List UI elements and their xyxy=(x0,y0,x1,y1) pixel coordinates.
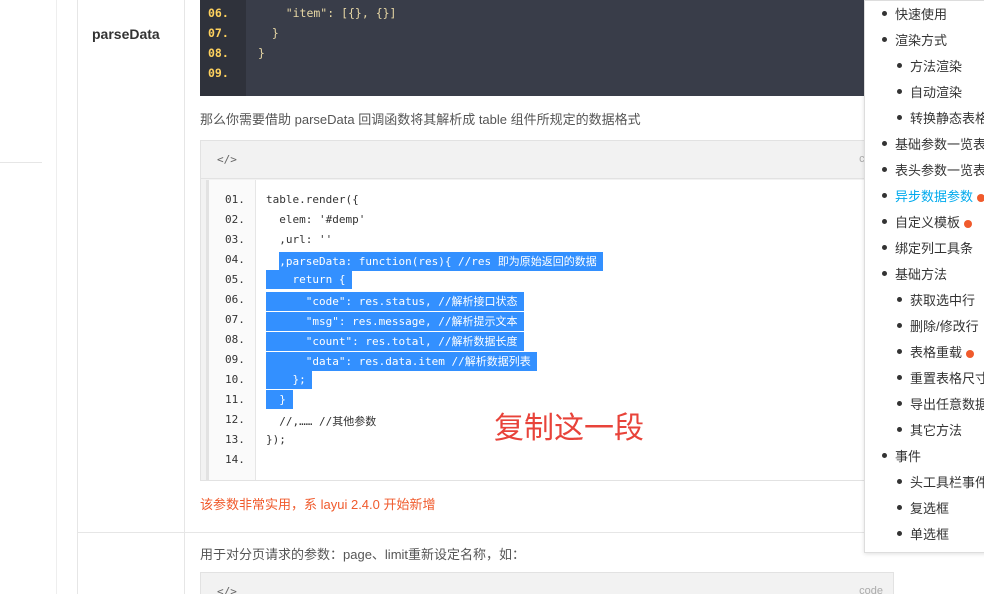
toc-item[interactable]: 转换静态表格 xyxy=(896,108,984,127)
code-tag-icon: </> xyxy=(217,153,237,166)
code-line: "data": res.data.item //解析数据列表 xyxy=(266,352,538,371)
code-line: "code": res.status, //解析接口状态 xyxy=(266,292,525,311)
code-block-header: </> code xyxy=(201,141,893,179)
next-code-block[interactable]: </> code xyxy=(200,572,894,594)
new-badge-icon xyxy=(964,219,973,228)
code-line: table.render({ xyxy=(266,193,359,206)
code-line: ,parseData: function(res){ //res 即为原始返回的… xyxy=(266,252,604,271)
toc-item-label: 删除/修改行 xyxy=(910,319,979,334)
toc-item[interactable]: 表格重载 xyxy=(896,342,975,361)
line-number: 02. xyxy=(225,213,245,226)
toc-item[interactable]: 快速使用 xyxy=(881,4,948,23)
toc-item-label: 事件 xyxy=(895,449,922,464)
toc-item-label: 渲染方式 xyxy=(895,33,948,48)
toc-item[interactable]: 表头参数一览表 xyxy=(881,160,984,179)
row-divider xyxy=(77,532,897,533)
toc-item-label: 表头参数一览表 xyxy=(895,163,984,178)
line-number: 01. xyxy=(225,193,245,206)
toc-item-label: 导出任意数据 xyxy=(910,397,984,412)
toc-item-label: 复选框 xyxy=(910,501,950,516)
toc-item-label: 方法渲染 xyxy=(910,59,963,74)
toc-item-label: 自定义模板 xyxy=(895,215,961,230)
code-line: } xyxy=(258,46,265,60)
line-number: 07. xyxy=(208,26,229,40)
code-line: }); xyxy=(266,433,286,446)
toc-item[interactable]: 删除/修改行 xyxy=(897,316,979,335)
toc-item-label: 自动渲染 xyxy=(910,85,963,100)
code-line: elem: '#demp' xyxy=(266,213,366,226)
new-badge-icon xyxy=(977,193,984,202)
line-number: 08. xyxy=(208,46,229,60)
toc-item-label: 基础参数一览表 xyxy=(895,137,984,152)
toc-item-label: 其它方法 xyxy=(910,423,963,438)
toc-item-label: 头工具栏事件 xyxy=(910,475,984,490)
toc-item[interactable]: 自定义模板 xyxy=(881,212,973,231)
toc-item[interactable]: 头工具栏事件 xyxy=(896,472,984,491)
column-divider xyxy=(184,0,185,594)
toc-item[interactable]: 其它方法 xyxy=(896,420,963,439)
code-line: //,…… //其他参数 xyxy=(266,415,377,428)
code-line: ,url: '' xyxy=(266,233,333,246)
toc-item[interactable]: 事件 xyxy=(881,446,922,465)
toc-item-label: 重置表格尺寸 xyxy=(910,371,984,386)
toc-item-label: 单选框 xyxy=(910,527,950,542)
code-line: }; xyxy=(266,370,313,389)
toc-item-label: 转换静态表格 xyxy=(910,111,984,126)
toc-item[interactable]: 基础参数一览表 xyxy=(881,134,984,153)
toc-item-label: 绑定列工具条 xyxy=(895,241,974,256)
line-number: 07. xyxy=(225,313,245,326)
line-number: 13. xyxy=(225,433,245,446)
code-lang-label: code xyxy=(859,585,883,594)
toc-item[interactable]: 获取选中行 xyxy=(896,290,976,309)
table-of-contents: 快速使用渲染方式方法渲染自动渲染转换静态表格基础参数一览表 表头参数一览表 异步数据… xyxy=(864,0,984,553)
code-line: } xyxy=(266,390,293,409)
line-number: 09. xyxy=(225,353,245,366)
line-number: 09. xyxy=(208,66,229,80)
toc-item-label: 表格重载 xyxy=(910,345,963,360)
code-line: "msg": res.message, //解析提示文本 xyxy=(266,312,525,331)
next-param-description: 用于对分页请求的参数：page、limit重新设定名称，如： xyxy=(200,547,526,562)
toc-item[interactable]: 方法渲染 xyxy=(896,56,963,75)
toc-item[interactable]: 单选框 xyxy=(896,524,950,543)
left-rail-divider xyxy=(0,162,42,163)
left-rail xyxy=(0,0,57,594)
toc-item[interactable]: 异步数据参数 xyxy=(881,186,984,205)
toc-item[interactable]: 基础方法 xyxy=(881,264,948,283)
parsedata-description: 那么你需要借助 parseData 回调函数将其解析成 table 组件所规定的… xyxy=(200,112,641,127)
param-name: parseData xyxy=(92,26,160,42)
line-number: 11. xyxy=(225,393,245,406)
top-code-block: 06. "item": [{}, {}] 07. } 08.} 09. xyxy=(200,0,866,96)
toc-item[interactable]: 绑定列工具条 xyxy=(881,238,974,257)
new-badge-icon xyxy=(966,349,975,358)
toc-item[interactable]: 导出任意数据 xyxy=(896,394,984,413)
toc-item-label: 获取选中行 xyxy=(910,293,976,308)
annotation-copy-this: 复制这一段 xyxy=(494,411,644,446)
toc-item-label: 异步数据参数 xyxy=(895,189,974,204)
line-number: 06. xyxy=(225,293,245,306)
code-line: return { xyxy=(266,270,353,289)
code-line: } xyxy=(258,26,279,40)
code-line: "count": res.total, //解析数据长度 xyxy=(266,332,525,351)
line-number: 06. xyxy=(208,6,229,20)
line-number: 12. xyxy=(225,413,245,426)
line-number: 14. xyxy=(225,453,245,466)
line-number: 05. xyxy=(225,273,245,286)
toc-item[interactable]: 单元格编辑 xyxy=(910,550,975,552)
toc-item-label: 基础方法 xyxy=(895,267,948,282)
toc-item-label: 快速使用 xyxy=(895,7,948,22)
line-number: 04. xyxy=(225,253,245,266)
toc-item[interactable]: 复选框 xyxy=(896,498,950,517)
toc-item[interactable]: 渲染方式 xyxy=(881,30,948,49)
toc-item[interactable]: 重置表格尺寸 xyxy=(896,368,984,387)
param-note: 该参数非常实用，系 layui 2.4.0 开始新增 xyxy=(200,497,436,512)
line-number: 08. xyxy=(225,333,245,346)
code-line: "item": [{}, {}] xyxy=(258,6,397,20)
code-tag-icon: </> xyxy=(217,585,237,594)
toc-item[interactable]: 自动渲染 xyxy=(896,82,963,101)
line-number: 10. xyxy=(225,373,245,386)
line-number: 03. xyxy=(225,233,245,246)
